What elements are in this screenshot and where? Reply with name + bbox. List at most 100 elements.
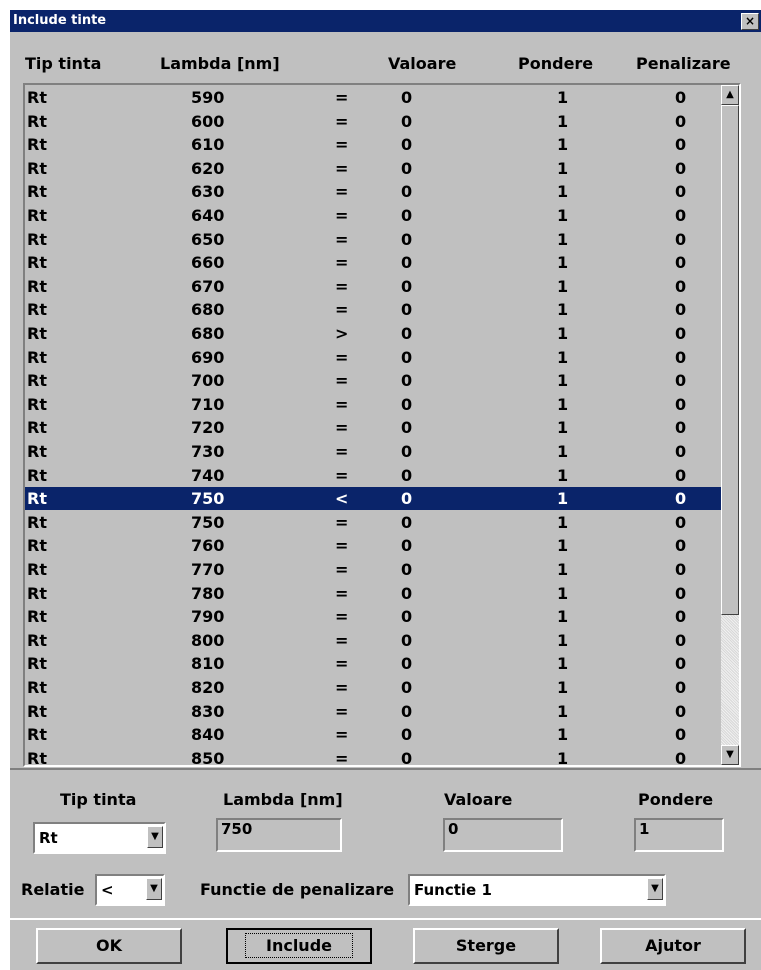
table-row[interactable]: Rt 720 = 0 1 0: [25, 416, 721, 439]
tip-tinta-select[interactable]: Rt ▼: [33, 822, 166, 854]
row-tip: Rt: [27, 748, 47, 767]
scroll-up-arrow-icon[interactable]: ▲: [721, 85, 739, 105]
table-row[interactable]: Rt 660 = 0 1 0: [25, 251, 721, 274]
vertical-scrollbar[interactable]: ▲ ▼: [721, 85, 739, 765]
scroll-down-arrow-icon[interactable]: ▼: [721, 745, 739, 765]
row-valoare: 0: [401, 442, 413, 461]
row-tip: Rt: [27, 583, 47, 603]
table-row[interactable]: Rt 700 = 0 1 0: [25, 369, 721, 392]
targets-list[interactable]: Rt 590 = 0 1 0 Rt 600 = 0 1 0 Rt 610 = 0 1 0 Rt 620 = 0 1 0 Rt 63…: [23, 83, 741, 767]
row-lambda: 690: [191, 347, 225, 367]
row-valoare: 0: [401, 182, 413, 202]
table-row[interactable]: Rt 830 = 0 1 0: [25, 700, 721, 723]
row-valoare: 0: [401, 536, 413, 556]
table-row[interactable]: Rt 590 = 0 1 0: [25, 86, 721, 109]
chevron-down-icon[interactable]: ▼: [647, 878, 663, 900]
pondere-input[interactable]: 1: [634, 818, 724, 852]
table-row[interactable]: Rt 800 = 0 1 0: [25, 629, 721, 652]
row-lambda: 680: [191, 324, 225, 343]
row-tip: Rt: [27, 725, 47, 745]
table-row[interactable]: Rt 840 = 0 1 0: [25, 723, 721, 746]
table-row[interactable]: Rt 650 = 0 1 0: [25, 228, 721, 251]
row-pondere: 1: [557, 465, 569, 485]
window-title: Include tinte: [13, 13, 107, 28]
close-icon[interactable]: ×: [741, 13, 759, 30]
row-penalizare: 0: [675, 748, 687, 767]
row-relatie: =: [335, 512, 349, 532]
row-penalizare: 0: [675, 607, 687, 627]
row-valoare: 0: [401, 489, 413, 509]
ok-button[interactable]: OK: [36, 928, 182, 964]
row-relatie: =: [335, 442, 349, 461]
row-relatie: =: [335, 560, 349, 579]
row-penalizare: 0: [675, 371, 687, 391]
table-row[interactable]: Rt 630 = 0 1 0: [25, 180, 721, 203]
table-row[interactable]: Rt 640 = 0 1 0: [25, 204, 721, 227]
row-penalizare: 0: [675, 324, 687, 343]
table-row[interactable]: Rt 710 = 0 1 0: [25, 393, 721, 416]
table-row[interactable]: Rt 600 = 0 1 0: [25, 110, 721, 133]
row-tip: Rt: [27, 630, 47, 650]
row-lambda: 720: [191, 418, 225, 438]
table-row[interactable]: Rt 810 = 0 1 0: [25, 652, 721, 675]
row-penalizare: 0: [675, 489, 687, 509]
row-tip: Rt: [27, 158, 47, 178]
table-row[interactable]: Rt 750 = 0 1 0: [25, 511, 721, 534]
row-penalizare: 0: [675, 630, 687, 650]
table-row[interactable]: Rt 610 = 0 1 0: [25, 133, 721, 156]
table-row[interactable]: Rt 750 <0 1 0: [25, 487, 721, 511]
row-penalizare: 0: [675, 512, 687, 532]
row-pondere: 1: [557, 748, 569, 767]
pondere-label: Pondere: [638, 790, 714, 809]
row-valoare: 0: [401, 654, 413, 674]
include-button[interactable]: Include: [226, 928, 372, 964]
row-relatie: =: [335, 583, 349, 603]
table-row[interactable]: Rt 780 = 0 1 0: [25, 582, 721, 605]
title-bar: Include tinte ×: [10, 10, 761, 32]
scroll-track[interactable]: [721, 105, 739, 745]
table-row[interactable]: Rt 670 = 0 1 0: [25, 275, 721, 298]
row-penalizare: 0: [675, 158, 687, 178]
table-row[interactable]: Rt 740 = 0 1 0: [25, 464, 721, 487]
row-lambda: 750: [191, 489, 225, 509]
table-row[interactable]: Rt 760 = 0 1 0: [25, 534, 721, 557]
relatie-select[interactable]: < ▼: [95, 874, 165, 906]
table-row[interactable]: Rt 730 = 0 1 0: [25, 440, 721, 463]
row-penalizare: 0: [675, 701, 687, 721]
row-relatie: =: [335, 725, 349, 745]
row-relatie: =: [335, 88, 349, 107]
row-penalizare: 0: [675, 182, 687, 202]
table-row[interactable]: Rt 770 = 0 1 0: [25, 558, 721, 581]
scroll-thumb[interactable]: [721, 105, 739, 615]
row-relatie: =: [335, 536, 349, 556]
table-row[interactable]: Rt 680 >0 1 0: [25, 322, 721, 345]
row-valoare: 0: [401, 253, 413, 273]
row-pondere: 1: [557, 512, 569, 532]
sterge-button[interactable]: Sterge: [413, 928, 559, 964]
row-valoare: 0: [401, 394, 413, 414]
valoare-input[interactable]: 0: [443, 818, 563, 852]
table-row[interactable]: Rt 820 = 0 1 0: [25, 676, 721, 699]
table-row[interactable]: Rt 790 = 0 1 0: [25, 605, 721, 628]
lambda-input[interactable]: 750: [216, 818, 342, 852]
row-valoare: 0: [401, 135, 413, 155]
chevron-down-icon[interactable]: ▼: [147, 826, 163, 848]
table-row[interactable]: Rt 690 = 0 1 0: [25, 346, 721, 369]
row-pondere: 1: [557, 182, 569, 202]
relatie-value: <: [101, 881, 114, 899]
chevron-down-icon[interactable]: ▼: [146, 878, 162, 900]
functie-penalizare-select[interactable]: Functie 1 ▼: [408, 874, 666, 906]
lambda-label: Lambda [nm]: [223, 790, 343, 809]
table-row[interactable]: Rt 620 = 0 1 0: [25, 157, 721, 180]
table-row[interactable]: Rt 680 = 0 1 0: [25, 298, 721, 321]
row-penalizare: 0: [675, 536, 687, 556]
row-pondere: 1: [557, 206, 569, 225]
row-relatie: =: [335, 276, 349, 296]
row-penalizare: 0: [675, 678, 687, 697]
row-tip: Rt: [27, 324, 47, 343]
row-relatie: <: [335, 489, 349, 509]
row-penalizare: 0: [675, 253, 687, 273]
table-row[interactable]: Rt 850 = 0 1 0: [25, 747, 721, 767]
row-valoare: 0: [401, 725, 413, 745]
ajutor-button[interactable]: Ajutor: [600, 928, 746, 964]
